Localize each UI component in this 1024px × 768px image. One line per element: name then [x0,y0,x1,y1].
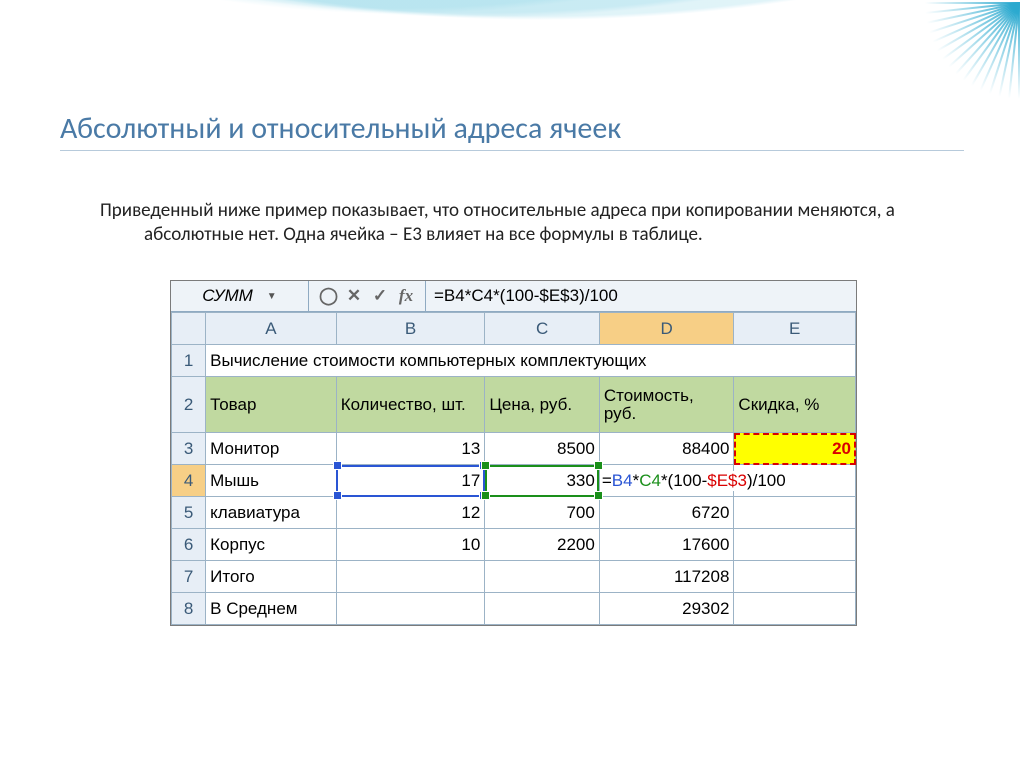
spreadsheet-screenshot: СУММ ▼ ◯ ✕ ✓ fx =B4*C4*(100-$E$3)/100 A … [170,280,857,626]
selection-handle[interactable] [481,491,490,500]
cell-A7[interactable]: Итого [206,561,337,593]
cell-E8[interactable] [734,593,856,625]
cell-E3[interactable]: 20 [734,433,856,465]
table-row: 4 Мышь 17 330 =B4*C4*(100-$E$3)/100 [172,465,856,497]
cell-A5[interactable]: клавиатура [206,497,337,529]
cell-E6[interactable] [734,529,856,561]
table-row: 8 В Среднем 29302 [172,593,856,625]
name-box-dropdown-icon[interactable]: ▼ [267,291,277,302]
row-header-3[interactable]: 3 [172,433,206,465]
cell-A1-merged[interactable]: Вычисление стоимости компьютерных компле… [206,345,856,377]
decorative-corner-fan [918,0,1024,106]
row-header-4[interactable]: 4 [172,465,206,497]
decorative-wave [0,0,1024,100]
cell-B5[interactable]: 12 [336,497,485,529]
cell-E7[interactable] [734,561,856,593]
cell-B4-value: 17 [461,471,480,490]
fx-icon[interactable]: fx [397,286,415,306]
cell-D7[interactable]: 117208 [599,561,734,593]
col-header-E[interactable]: E [734,313,856,345]
cell-C4-value: 330 [566,471,594,490]
cell-C7[interactable] [485,561,600,593]
col-header-A[interactable]: A [206,313,337,345]
table-row: 5 клавиатура 12 700 6720 [172,497,856,529]
cell-B8[interactable] [336,593,485,625]
name-box-value: СУММ [202,286,253,306]
select-all-corner[interactable] [172,313,206,345]
circle-icon[interactable]: ◯ [319,286,337,306]
slide-body: Приведенный ниже пример показывает, что … [100,180,944,266]
header-price[interactable]: Цена, руб. [485,377,600,433]
header-discount[interactable]: Скидка, % [734,377,856,433]
cell-E5[interactable] [734,497,856,529]
slide-title: Абсолютный и относительный адреса ячеек [60,110,964,147]
name-box[interactable]: СУММ ▼ [171,281,309,311]
row-header-7[interactable]: 7 [172,561,206,593]
cell-C8[interactable] [485,593,600,625]
cell-C6[interactable]: 2200 [485,529,600,561]
selection-handle[interactable] [481,461,490,470]
cell-B3[interactable]: 13 [336,433,485,465]
formula-controls: ◯ ✕ ✓ fx [309,281,426,311]
col-header-B[interactable]: B [336,313,485,345]
cell-D5[interactable]: 6720 [599,497,734,529]
table-row: 2 Товар Количество, шт. Цена, руб. Стоим… [172,377,856,433]
table-row: 6 Корпус 10 2200 17600 [172,529,856,561]
cancel-icon[interactable]: ✕ [345,286,363,306]
cell-A6[interactable]: Корпус [206,529,337,561]
cell-A8[interactable]: В Среднем [206,593,337,625]
cell-D3[interactable]: 88400 [599,433,734,465]
cell-D8[interactable]: 29302 [599,593,734,625]
cell-C5[interactable]: 700 [485,497,600,529]
cell-A3[interactable]: Монитор [206,433,337,465]
row-header-8[interactable]: 8 [172,593,206,625]
title-underline [60,150,964,151]
col-header-D[interactable]: D [599,313,734,345]
body-paragraph: Приведенный ниже пример показывает, что … [100,199,944,247]
table-row: 7 Итого 117208 [172,561,856,593]
cell-C3[interactable]: 8500 [485,433,600,465]
cell-B4[interactable]: 17 [336,465,485,497]
cell-D4[interactable]: =B4*C4*(100-$E$3)/100 [599,465,734,497]
row-header-5[interactable]: 5 [172,497,206,529]
formula-input[interactable]: =B4*C4*(100-$E$3)/100 [426,281,856,311]
cell-B6[interactable]: 10 [336,529,485,561]
cell-D6[interactable]: 17600 [599,529,734,561]
formula-bar: СУММ ▼ ◯ ✕ ✓ fx =B4*C4*(100-$E$3)/100 [171,281,856,312]
header-qty[interactable]: Количество, шт. [336,377,485,433]
header-cost[interactable]: Стоимость, руб. [599,377,734,433]
cell-A4[interactable]: Мышь [206,465,337,497]
cell-B7[interactable] [336,561,485,593]
enter-icon[interactable]: ✓ [371,286,389,306]
selection-handle[interactable] [333,461,342,470]
row-header-2[interactable]: 2 [172,377,206,433]
row-header-1[interactable]: 1 [172,345,206,377]
cell-C4[interactable]: 330 [485,465,600,497]
column-header-row: A B C D E [172,313,856,345]
table-row: 3 Монитор 13 8500 88400 20 [172,433,856,465]
table-row: 1 Вычисление стоимости компьютерных комп… [172,345,856,377]
row-header-6[interactable]: 6 [172,529,206,561]
selection-handle[interactable] [333,491,342,500]
col-header-C[interactable]: C [485,313,600,345]
cell-D4-formula: =B4*C4*(100-$E$3)/100 [602,471,792,491]
spreadsheet-grid: A B C D E 1 Вычисление стоимости компьют… [171,312,856,625]
header-tovar[interactable]: Товар [206,377,337,433]
